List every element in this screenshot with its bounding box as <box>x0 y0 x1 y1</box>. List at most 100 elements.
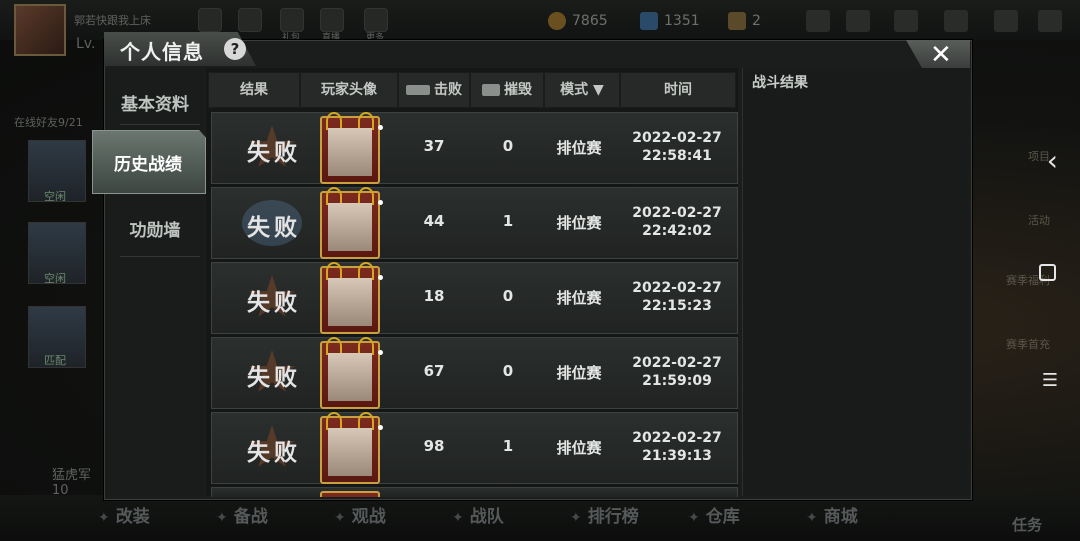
more-icon[interactable] <box>364 8 388 32</box>
live-icon[interactable] <box>320 8 344 32</box>
header-time: 时间 <box>620 72 736 108</box>
building-icon <box>482 84 500 96</box>
mode-value: 排位赛 <box>556 139 602 157</box>
crown-icon[interactable] <box>238 8 262 32</box>
player-portrait <box>328 353 372 401</box>
close-button[interactable]: ✕ <box>930 40 952 70</box>
result-badge: 失败 <box>226 348 322 398</box>
left-column: 在线好友9/21 空闲 空闲 匹配 猛虎军10 <box>0 80 100 500</box>
kills-value: 18 <box>423 287 445 305</box>
battle-result-panel <box>742 68 969 496</box>
result-badge: 失败 <box>226 123 322 173</box>
player-avatar-frame[interactable] <box>320 412 380 484</box>
home-icon[interactable] <box>198 8 222 32</box>
kills-value: 44 <box>423 212 445 230</box>
nav-spectate[interactable]: ✦ 观战 <box>334 502 386 527</box>
friend-status-1: 空闲 <box>44 190 66 203</box>
player-avatar-frame[interactable] <box>320 337 380 409</box>
minimize-icon[interactable] <box>1038 10 1062 32</box>
tab-merit-wall[interactable]: 功勋墙 <box>106 216 204 241</box>
mode-value: 排位赛 <box>556 289 602 307</box>
time-value: 2022-02-27 21:59:09 <box>632 355 722 389</box>
skull-icon: ✦ <box>216 510 228 526</box>
destroyed-value: 0 <box>502 362 514 380</box>
trophy-icon: ✦ <box>570 510 582 526</box>
right-label-2[interactable]: 活动 <box>1028 212 1050 228</box>
wrench-icon: ✦ <box>98 510 110 526</box>
time-value: 2022-02-27 22:42:02 <box>632 205 722 239</box>
destroyed-value: 0 <box>502 287 514 305</box>
player-avatar[interactable] <box>14 4 66 56</box>
player-avatar-frame[interactable] <box>320 262 380 334</box>
time-value: 2022-02-27 21:39:13 <box>632 430 722 464</box>
system-menu-icon[interactable]: ☰ <box>1042 370 1058 391</box>
player-portrait <box>328 428 372 476</box>
destroyed-value: 1 <box>502 437 514 455</box>
tab-history[interactable]: 历史战绩 <box>92 150 204 175</box>
nav-prepare[interactable]: ✦ 备战 <box>216 502 268 527</box>
mode-value: 排位赛 <box>556 439 602 457</box>
online-dot <box>378 200 383 205</box>
diamond-counter: 1351 <box>640 12 700 30</box>
nav-tasks[interactable]: 任务 <box>1012 514 1042 535</box>
kills-value: 98 <box>423 437 445 455</box>
player-avatar-frame[interactable] <box>320 112 380 184</box>
player-portrait <box>328 128 372 176</box>
settings-icon[interactable] <box>944 10 968 32</box>
dropdown-arrow-icon[interactable]: ▼ <box>593 82 604 98</box>
table-row[interactable]: 失败 67 0 排位赛 2022-02-27 21:59:09 <box>211 337 738 409</box>
table-row[interactable] <box>211 487 738 497</box>
system-back-icon[interactable]: ‹ <box>1047 144 1058 177</box>
right-label-4[interactable]: 赛季首充 <box>1006 336 1050 352</box>
friend-status-2: 空闲 <box>44 272 66 285</box>
header-kills: 击败 <box>398 72 470 108</box>
online-dot <box>378 350 383 355</box>
nav-team[interactable]: ✦ 战队 <box>452 502 504 527</box>
header-mode[interactable]: 模式 ▼ <box>544 72 620 108</box>
kills-value: 37 <box>423 137 445 155</box>
bottom-bar <box>0 495 1080 541</box>
result-badge: 失败 <box>226 423 322 473</box>
table-row[interactable]: 失败 18 0 排位赛 2022-02-27 22:15:23 <box>211 262 738 334</box>
destroyed-value: 0 <box>502 137 514 155</box>
mail-icon[interactable] <box>894 10 918 32</box>
online-dot <box>378 125 383 130</box>
online-dot <box>378 425 383 430</box>
header-avatar: 玩家头像 <box>300 72 398 108</box>
online-dot <box>378 275 383 280</box>
nav-warehouse[interactable]: ✦ 仓库 <box>688 502 740 527</box>
table-row[interactable]: 失败 37 0 排位赛 2022-02-27 22:58:41 <box>211 112 738 184</box>
player-avatar-frame <box>320 491 380 497</box>
ticket-counter: 2 <box>728 12 761 30</box>
eye-icon: ✦ <box>334 510 346 526</box>
sidebar-divider <box>120 124 200 125</box>
mode-value: 排位赛 <box>556 364 602 382</box>
diamond-icon <box>640 12 658 30</box>
header-result: 结果 <box>208 72 300 108</box>
warehouse-icon: ✦ <box>688 510 700 526</box>
table-row[interactable]: 失败 44 1 排位赛 2022-02-27 22:42:02 <box>211 187 738 259</box>
nav-rank[interactable]: ✦ 排行榜 <box>570 502 639 527</box>
system-home-icon[interactable] <box>1039 264 1056 281</box>
result-badge: 失败 <box>226 198 322 248</box>
coin-icon <box>548 12 566 30</box>
friend-status-3: 匹配 <box>44 354 66 367</box>
coin-counter: 7865 <box>548 12 608 30</box>
player-name: 郭若快跟我上床 <box>74 14 151 27</box>
table-row[interactable]: 失败 98 1 排位赛 2022-02-27 21:39:13 <box>211 412 738 484</box>
shield-icon: ✦ <box>452 510 464 526</box>
chat-message[interactable]: 猛虎军10 <box>52 464 100 498</box>
help-icon[interactable]: ? <box>224 38 246 60</box>
tab-basic-info[interactable]: 基本资料 <box>106 90 204 115</box>
book-icon[interactable] <box>994 10 1018 32</box>
nav-modify[interactable]: ✦ 改装 <box>98 502 150 527</box>
gift-icon[interactable] <box>280 8 304 32</box>
nav-shop[interactable]: ✦ 商城 <box>806 502 858 527</box>
header-destroyed: 摧毁 <box>470 72 544 108</box>
result-badge: 失败 <box>226 273 322 323</box>
player-avatar-frame[interactable] <box>320 187 380 259</box>
player-portrait <box>328 278 372 326</box>
friends-icon[interactable] <box>846 10 870 32</box>
kills-value: 67 <box>423 362 445 380</box>
add-currency-icon[interactable] <box>806 10 830 32</box>
